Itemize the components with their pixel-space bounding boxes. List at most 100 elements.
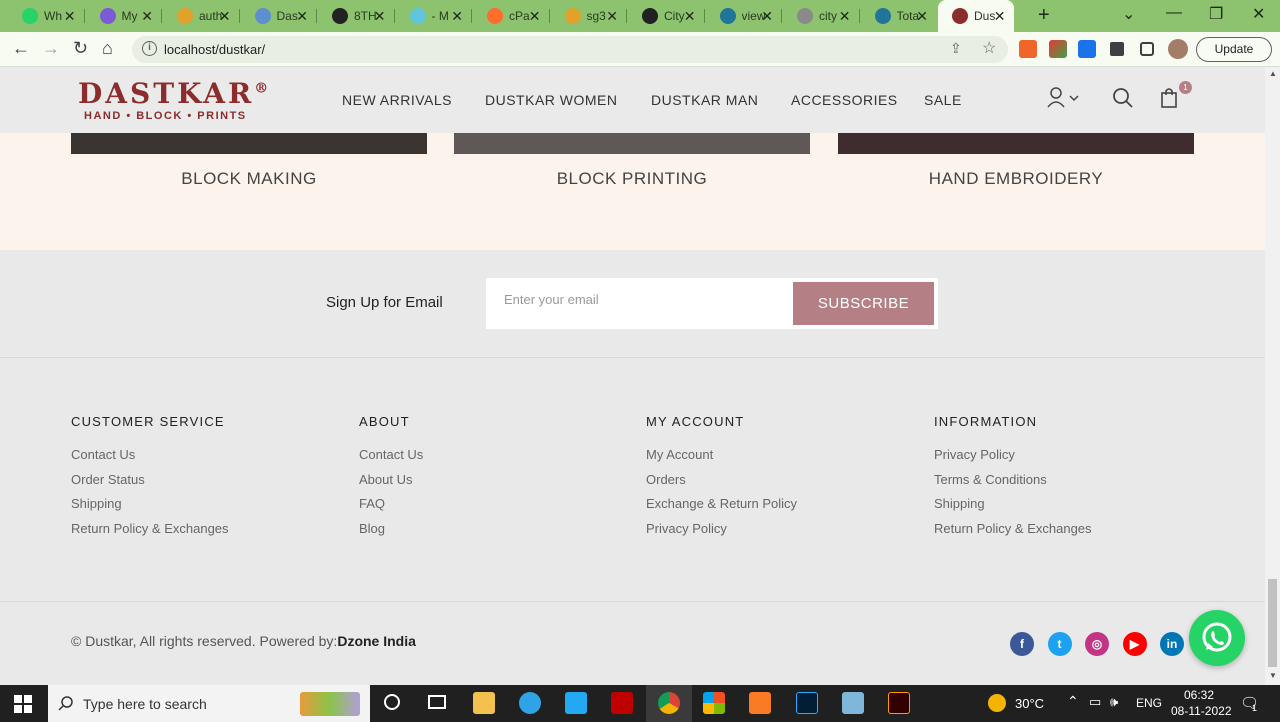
footer-link[interactable]: My Account xyxy=(646,447,797,463)
tab-search-chevron-icon[interactable]: ⌄ xyxy=(1122,4,1135,24)
new-tab-button[interactable]: + xyxy=(1038,4,1050,27)
category-image-block-making[interactable] xyxy=(71,133,427,154)
browser-tab[interactable]: city ✕ xyxy=(783,0,859,32)
file-explorer-icon[interactable] xyxy=(473,692,495,714)
search-icon[interactable] xyxy=(1112,87,1134,114)
network-icon[interactable]: ▭ xyxy=(1089,694,1101,710)
filezilla-icon[interactable] xyxy=(611,692,633,714)
extension-new-icon[interactable] xyxy=(1078,40,1096,58)
clock-date[interactable]: 08-11-2022 xyxy=(1171,704,1232,718)
footer-link[interactable]: Contact Us xyxy=(71,447,229,463)
browser-tab[interactable]: view ✕ xyxy=(706,0,782,32)
facebook-icon[interactable]: f xyxy=(1010,632,1034,656)
side-panel-icon[interactable] xyxy=(1140,42,1154,56)
tab-close-icon[interactable]: ✕ xyxy=(529,8,541,25)
user-account-icon[interactable] xyxy=(1046,87,1080,114)
photoshop-icon[interactable] xyxy=(796,692,818,714)
subscribe-button[interactable]: SUBSCRIBE xyxy=(793,282,934,325)
browser-tab[interactable]: 8TH ✕ xyxy=(318,0,394,32)
site-info-icon[interactable]: i xyxy=(142,41,157,56)
home-icon[interactable]: ⌂ xyxy=(102,38,113,59)
tab-close-icon[interactable]: ✕ xyxy=(374,8,386,25)
page-scrollbar[interactable]: ▲ ▼ xyxy=(1265,67,1280,685)
tab-close-icon[interactable]: ✕ xyxy=(296,8,308,25)
whatsapp-chat-button[interactable] xyxy=(1189,610,1245,666)
tray-chevron-up-icon[interactable]: ⌃ xyxy=(1067,693,1079,710)
microsoft-store-icon[interactable] xyxy=(703,692,725,714)
category-image-block-printing[interactable] xyxy=(454,133,810,154)
footer-link[interactable]: Exchange & Return Policy xyxy=(646,496,797,512)
linkedin-icon[interactable]: in xyxy=(1160,632,1184,656)
nav-sale[interactable]: SALE xyxy=(924,92,962,108)
browser-tab[interactable]: sg3 ✕ xyxy=(551,0,627,32)
tab-close-icon[interactable]: ✕ xyxy=(761,8,773,25)
nav-dustkar-man[interactable]: DUSTKAR MAN xyxy=(651,92,758,108)
footer-link[interactable]: Return Policy & Exchanges xyxy=(71,521,229,537)
footer-link[interactable]: Terms & Conditions xyxy=(934,472,1092,488)
tab-close-icon[interactable]: ✕ xyxy=(916,8,928,25)
notepad-icon[interactable] xyxy=(842,692,864,714)
footer-link[interactable]: Orders xyxy=(646,472,797,488)
footer-link[interactable]: Shipping xyxy=(934,496,1092,512)
footer-link[interactable]: Order Status xyxy=(71,472,229,488)
nav-dustkar-women[interactable]: DUSTKAR WOMEN xyxy=(485,92,618,108)
edge-icon[interactable] xyxy=(519,692,541,714)
browser-tab[interactable]: Das ✕ xyxy=(241,0,317,32)
extensions-puzzle-icon[interactable] xyxy=(1110,42,1124,56)
language-indicator[interactable]: ENG xyxy=(1136,696,1162,710)
nav-new-arrivals[interactable]: NEW ARRIVALS xyxy=(342,92,452,108)
footer-link[interactable]: Privacy Policy xyxy=(646,521,797,537)
tab-close-icon[interactable]: ✕ xyxy=(64,8,76,25)
share-icon[interactable]: ⇪ xyxy=(950,40,962,57)
tab-close-icon[interactable]: ✕ xyxy=(839,8,851,25)
volume-icon[interactable]: 🕪 xyxy=(1110,694,1118,710)
category-image-hand-embroidery[interactable] xyxy=(838,133,1194,154)
email-input[interactable] xyxy=(504,292,784,307)
browser-tab[interactable]: Dus ✕ xyxy=(938,0,1014,32)
browser-tab[interactable]: My ✕ xyxy=(86,0,162,32)
weather-sun-icon[interactable] xyxy=(988,694,1006,712)
footer-link[interactable]: About Us xyxy=(359,472,423,488)
scroll-up-arrow-icon[interactable]: ▲ xyxy=(1269,69,1277,78)
scrollbar-thumb[interactable] xyxy=(1268,579,1277,667)
taskbar-search-box[interactable]: Type here to search xyxy=(48,685,370,722)
browser-tab[interactable]: Wh ✕ xyxy=(8,0,84,32)
update-button[interactable]: Update xyxy=(1196,37,1272,62)
clock-time[interactable]: 06:32 xyxy=(1184,688,1214,702)
browser-tab[interactable]: - M ✕ xyxy=(396,0,472,32)
footer-link[interactable]: Shipping xyxy=(71,496,229,512)
illustrator-icon[interactable] xyxy=(888,692,910,714)
browser-tab[interactable]: auth ✕ xyxy=(163,0,239,32)
twitter-icon[interactable]: t xyxy=(1047,632,1072,656)
restore-button[interactable]: ❐ xyxy=(1209,4,1223,24)
extension-icon[interactable] xyxy=(1049,40,1067,58)
profile-avatar[interactable] xyxy=(1168,39,1188,59)
tab-close-icon[interactable]: ✕ xyxy=(994,8,1006,25)
footer-link[interactable]: Contact Us xyxy=(359,447,423,463)
footer-link[interactable]: Privacy Policy xyxy=(934,447,1092,463)
scroll-down-arrow-icon[interactable]: ▼ xyxy=(1269,671,1277,680)
bookmark-star-icon[interactable]: ☆ xyxy=(982,38,996,58)
category-label-block-printing[interactable]: BLOCK PRINTING xyxy=(454,169,810,189)
cortana-icon[interactable] xyxy=(384,694,400,710)
tab-close-icon[interactable]: ✕ xyxy=(684,8,696,25)
tab-close-icon[interactable]: ✕ xyxy=(219,8,231,25)
browser-tab[interactable]: cPa ✕ xyxy=(473,0,549,32)
browser-tab[interactable]: City ✕ xyxy=(628,0,704,32)
shopping-bag-icon[interactable] xyxy=(1160,87,1180,114)
weather-temp[interactable]: 30°C xyxy=(1015,696,1044,711)
youtube-icon[interactable]: ▶ xyxy=(1122,632,1147,656)
tab-close-icon[interactable]: ✕ xyxy=(606,8,618,25)
footer-link[interactable]: Return Policy & Exchanges xyxy=(934,521,1092,537)
forward-arrow-icon[interactable]: → xyxy=(42,38,60,59)
powered-by-link[interactable]: Dzone India xyxy=(337,633,416,649)
minimize-button[interactable]: — xyxy=(1166,4,1182,22)
tab-close-icon[interactable]: ✕ xyxy=(141,8,153,25)
url-text[interactable]: localhost/dustkar/ xyxy=(164,42,265,57)
browser-tab[interactable]: Tota ✕ xyxy=(861,0,937,32)
reload-icon[interactable]: ↻ xyxy=(73,38,88,59)
task-view-icon[interactable] xyxy=(428,695,446,709)
back-arrow-icon[interactable]: ← xyxy=(12,38,30,59)
extension-icon[interactable] xyxy=(1019,40,1037,58)
tab-close-icon[interactable]: ✕ xyxy=(451,8,463,25)
